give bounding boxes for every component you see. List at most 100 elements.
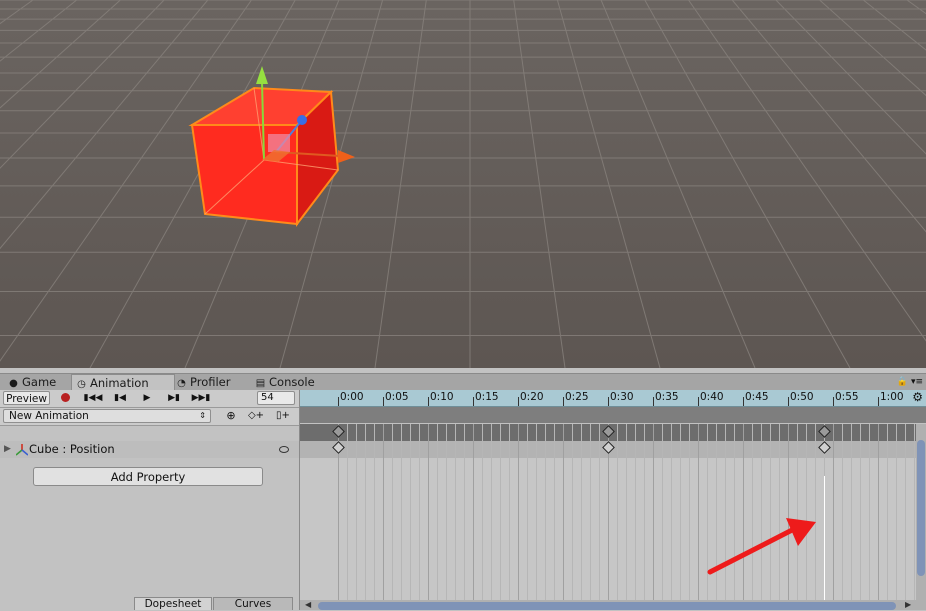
crosshair-icon: ⊕ (226, 409, 235, 422)
grid-line (491, 424, 492, 600)
horizontal-scrollbar[interactable]: ◀ ▶ (300, 600, 926, 610)
grid-line (536, 424, 537, 600)
grid-line (347, 424, 348, 600)
add-keyframe-icon: ◇+ (248, 410, 264, 421)
ruler-label: 0:10 (428, 390, 454, 404)
record-icon (61, 393, 70, 402)
grid-line (572, 424, 573, 600)
scroll-right-icon[interactable]: ▶ (905, 600, 911, 609)
ruler-label: 1:00 (878, 390, 904, 404)
play-icon: ▶ (144, 393, 151, 403)
tab-profiler[interactable]: ◔Profiler (172, 374, 235, 391)
grid-line (410, 424, 411, 600)
grid-line (419, 424, 420, 600)
ruler-label: 0:20 (518, 390, 544, 404)
grid-line (518, 424, 519, 600)
gear-icon[interactable]: ⚙ (912, 390, 923, 405)
grid-line (428, 424, 429, 600)
dropdown-arrow-icon: ⇕ (199, 410, 206, 422)
tab-console[interactable]: ▤Console (251, 374, 319, 391)
grid-line (392, 424, 393, 600)
ruler-label: 0:40 (698, 390, 724, 404)
clip-name: New Animation (9, 410, 89, 422)
grid-line (527, 424, 528, 600)
grid-line (437, 424, 438, 600)
ruler-label: 0:30 (608, 390, 634, 404)
grid-line (455, 424, 456, 600)
grid-line (563, 424, 564, 600)
grid-line (446, 424, 447, 600)
grid-line (680, 424, 681, 600)
grid-line (374, 424, 375, 600)
play-button[interactable]: ▶ (137, 391, 157, 405)
grid-line (473, 424, 474, 600)
record-button[interactable] (55, 391, 75, 405)
ruler-label: 0:55 (833, 390, 859, 404)
scroll-left-icon[interactable]: ◀ (305, 600, 311, 609)
property-options-icon[interactable] (279, 446, 289, 453)
next-keyframe-button[interactable]: ▶▮ (163, 391, 185, 405)
vertical-scrollbar[interactable] (916, 424, 926, 600)
filter-by-selection-button[interactable]: ⊕ (221, 409, 241, 423)
grid-line (851, 424, 852, 600)
ruler-label: 0:15 (473, 390, 499, 404)
grid-line (554, 424, 555, 600)
grid-line (653, 424, 654, 600)
vertical-scroll-thumb[interactable] (917, 440, 925, 576)
menu-icon[interactable]: ▾≡ (911, 377, 923, 387)
grid-line (545, 424, 546, 600)
preview-button[interactable]: Preview (3, 391, 50, 405)
grid-line (896, 424, 897, 600)
clip-toolbar: New Animation ⇕ ⊕ ◇+ ▯+ (0, 408, 299, 426)
tab-game[interactable]: ●Game (4, 374, 60, 391)
add-keyframe-button[interactable]: ◇+ (245, 409, 267, 423)
tab-dopesheet[interactable]: Dopesheet (134, 597, 212, 610)
events-row[interactable] (300, 407, 926, 423)
add-event-button[interactable]: ▯+ (273, 409, 293, 423)
grid-line (905, 424, 906, 600)
property-row[interactable]: ▶ Cube : Position (0, 441, 299, 458)
grid-line (644, 424, 645, 600)
frame-field[interactable]: 54 (257, 391, 295, 405)
grid-line (698, 424, 699, 600)
grid-line (599, 424, 600, 600)
skip-to-end-icon: ▶▶▮ (192, 393, 211, 403)
window-tab-bar: ●Game ◷Animation ◔Profiler ▤Console 🔒 ▾≡ (0, 373, 926, 391)
grid-line (482, 424, 483, 600)
y-axis-handle (256, 66, 268, 84)
add-property-button[interactable]: Add Property (33, 467, 263, 486)
grid-line (662, 424, 663, 600)
grid-line (635, 424, 636, 600)
grid-line (401, 424, 402, 600)
cube-object[interactable] (0, 0, 926, 368)
prev-keyframe-button[interactable]: ▮◀ (109, 391, 131, 405)
first-keyframe-button[interactable]: ▮◀◀ (81, 391, 105, 405)
playback-toolbar: Preview ▮◀◀ ▮◀ ▶ ▶▮ ▶▶▮ 54 (0, 390, 299, 408)
ruler-label: 0:45 (743, 390, 769, 404)
horizontal-scroll-thumb[interactable] (318, 602, 896, 610)
lock-icon[interactable]: 🔒 (897, 377, 908, 387)
clip-dropdown[interactable]: New Animation ⇕ (3, 409, 211, 423)
expand-triangle-icon[interactable]: ▶ (4, 441, 11, 458)
grid-line (914, 424, 915, 600)
animation-left-panel: Preview ▮◀◀ ▮◀ ▶ ▶▮ ▶▶▮ 54 New Animation… (0, 390, 300, 610)
grid-line (869, 424, 870, 600)
window-options[interactable]: 🔒 ▾≡ (897, 374, 923, 391)
grid-line (860, 424, 861, 600)
skip-to-start-icon: ▮◀◀ (84, 393, 103, 403)
dopesheet-timeline[interactable]: 0:000:050:100:150:200:250:300:350:400:45… (300, 390, 926, 610)
grid-line (878, 424, 879, 600)
grid-line (365, 424, 366, 600)
grid-line (671, 424, 672, 600)
transform-icon (16, 444, 28, 459)
ruler-label: 0:05 (383, 390, 409, 404)
tab-curves[interactable]: Curves (213, 597, 293, 610)
step-forward-icon: ▶▮ (168, 393, 180, 403)
ruler-label: 0:50 (788, 390, 814, 404)
annotation-arrow (700, 510, 830, 580)
last-keyframe-button[interactable]: ▶▶▮ (189, 391, 213, 405)
time-ruler[interactable]: 0:000:050:100:150:200:250:300:350:400:45… (300, 390, 926, 407)
grid-line (590, 424, 591, 600)
view-mode-tabs: Dopesheet Curves (0, 597, 300, 610)
scene-view[interactable] (0, 0, 926, 368)
